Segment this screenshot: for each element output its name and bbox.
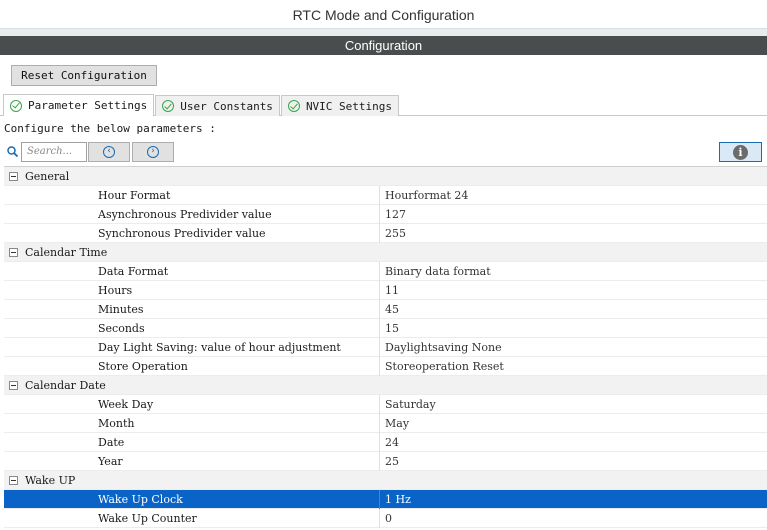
param-value[interactable]: 15 (385, 319, 399, 338)
param-row[interactable]: Month May (4, 414, 767, 433)
column-separator (379, 395, 380, 414)
param-name: Minutes (98, 303, 144, 316)
param-value[interactable]: 25 (385, 452, 399, 471)
tab-user-constants[interactable]: User Constants (155, 95, 280, 116)
param-row[interactable]: Year 25 (4, 452, 767, 471)
tab-parameter-settings[interactable]: Parameter Settings (3, 94, 155, 116)
check-circle-icon (162, 100, 175, 112)
param-value[interactable]: 1 Hz (385, 490, 411, 509)
param-value[interactable]: Binary data format (385, 262, 491, 281)
param-row[interactable]: Hour Format Hourformat 24 (4, 186, 767, 205)
param-name: Seconds (98, 322, 145, 335)
param-value[interactable]: Storeoperation Reset (385, 357, 504, 376)
window-title: RTC Mode and Configuration (0, 0, 767, 28)
search-previous-button[interactable]: ‹ (88, 142, 130, 162)
column-separator (379, 262, 380, 281)
column-separator (379, 452, 380, 471)
param-name: Hours (98, 284, 133, 297)
column-separator (379, 319, 380, 338)
column-separator (379, 224, 380, 243)
group-row-general[interactable]: General (4, 167, 767, 186)
search-input[interactable]: Search... (21, 142, 87, 162)
param-name: Date (98, 436, 125, 449)
param-row[interactable]: Wake Up Counter 0 (4, 509, 767, 528)
param-value[interactable]: Daylightsaving None (385, 338, 502, 357)
collapse-icon[interactable] (9, 248, 18, 257)
column-separator (379, 357, 380, 376)
param-value[interactable]: 127 (385, 205, 406, 224)
param-row[interactable]: Synchronous Predivider value 255 (4, 224, 767, 243)
column-separator (379, 205, 380, 224)
param-value[interactable]: 255 (385, 224, 406, 243)
column-separator (379, 338, 380, 357)
param-name: Month (98, 417, 135, 430)
info-button[interactable]: i (719, 142, 762, 162)
tab-nvic-settings[interactable]: NVIC Settings (280, 95, 400, 116)
chevron-right-icon: › (147, 146, 159, 158)
group-row-calendar-date[interactable]: Calendar Date (4, 376, 767, 395)
param-row[interactable]: Store Operation Storeoperation Reset (4, 357, 767, 376)
column-separator (379, 281, 380, 300)
collapse-icon[interactable] (9, 172, 18, 181)
param-name: Wake Up Counter (98, 512, 197, 525)
param-value[interactable]: Saturday (385, 395, 436, 414)
param-name: Week Day (98, 398, 154, 411)
param-name: Hour Format (98, 189, 171, 202)
param-name: Synchronous Predivider value (98, 227, 266, 240)
param-name: Data Format (98, 265, 169, 278)
param-value[interactable]: 0 (385, 509, 392, 528)
title-divider (0, 28, 767, 36)
param-row[interactable]: Data Format Binary data format (4, 262, 767, 281)
param-row[interactable]: Week Day Saturday (4, 395, 767, 414)
column-separator (379, 300, 380, 319)
column-separator (379, 509, 380, 528)
column-separator (379, 433, 380, 452)
param-row[interactable]: Day Light Saving: value of hour adjustme… (4, 338, 767, 357)
group-row-wake-up[interactable]: Wake UP (4, 471, 767, 490)
column-separator (379, 186, 380, 205)
param-name: Wake Up Clock (98, 493, 183, 506)
param-value[interactable]: Hourformat 24 (385, 186, 468, 205)
tab-label: Parameter Settings (28, 99, 148, 112)
check-circle-icon (10, 99, 22, 112)
tab-label: User Constants (180, 99, 273, 113)
param-name: Day Light Saving: value of hour adjustme… (98, 341, 341, 354)
parameter-tree: General Hour Format Hourformat 24 Asynchron… (4, 166, 767, 528)
group-label: Calendar Time (25, 246, 108, 259)
column-separator (379, 490, 380, 509)
group-row-calendar-time[interactable]: Calendar Time (4, 243, 767, 262)
check-circle-icon (287, 100, 300, 112)
param-name: Store Operation (98, 360, 188, 373)
param-row[interactable]: Minutes 45 (4, 300, 767, 319)
param-row[interactable]: Wake Up Clock 1 Hz (4, 490, 767, 509)
param-row[interactable]: Date 24 (4, 433, 767, 452)
info-icon: i (733, 144, 748, 160)
reset-configuration-button[interactable]: Reset Configuration (11, 65, 157, 86)
param-row[interactable]: Asynchronous Predivider value 127 (4, 205, 767, 224)
group-label: General (25, 170, 70, 183)
chevron-left-icon: ‹ (103, 146, 115, 158)
collapse-icon[interactable] (9, 381, 18, 390)
search-next-button[interactable]: › (132, 142, 174, 162)
search-toolbar: Search... ‹ › i (0, 142, 767, 162)
configure-label: Configure the below parameters : (4, 122, 216, 135)
search-icon[interactable] (7, 146, 18, 157)
param-row[interactable]: Seconds 15 (4, 319, 767, 338)
collapse-icon[interactable] (9, 476, 18, 485)
param-value[interactable]: 11 (385, 281, 399, 300)
group-label: Wake UP (25, 474, 76, 487)
param-value[interactable]: 24 (385, 433, 399, 452)
section-header: Configuration (0, 36, 767, 55)
tab-bar: Parameter Settings User Constants NVIC S… (3, 94, 400, 116)
param-name: Year (98, 455, 123, 468)
group-label: Calendar Date (25, 379, 106, 392)
param-row[interactable]: Hours 11 (4, 281, 767, 300)
param-value[interactable]: 45 (385, 300, 399, 319)
param-value[interactable]: May (385, 414, 409, 433)
column-separator (379, 414, 380, 433)
param-name: Asynchronous Predivider value (98, 208, 272, 221)
tab-label: NVIC Settings (305, 99, 393, 113)
